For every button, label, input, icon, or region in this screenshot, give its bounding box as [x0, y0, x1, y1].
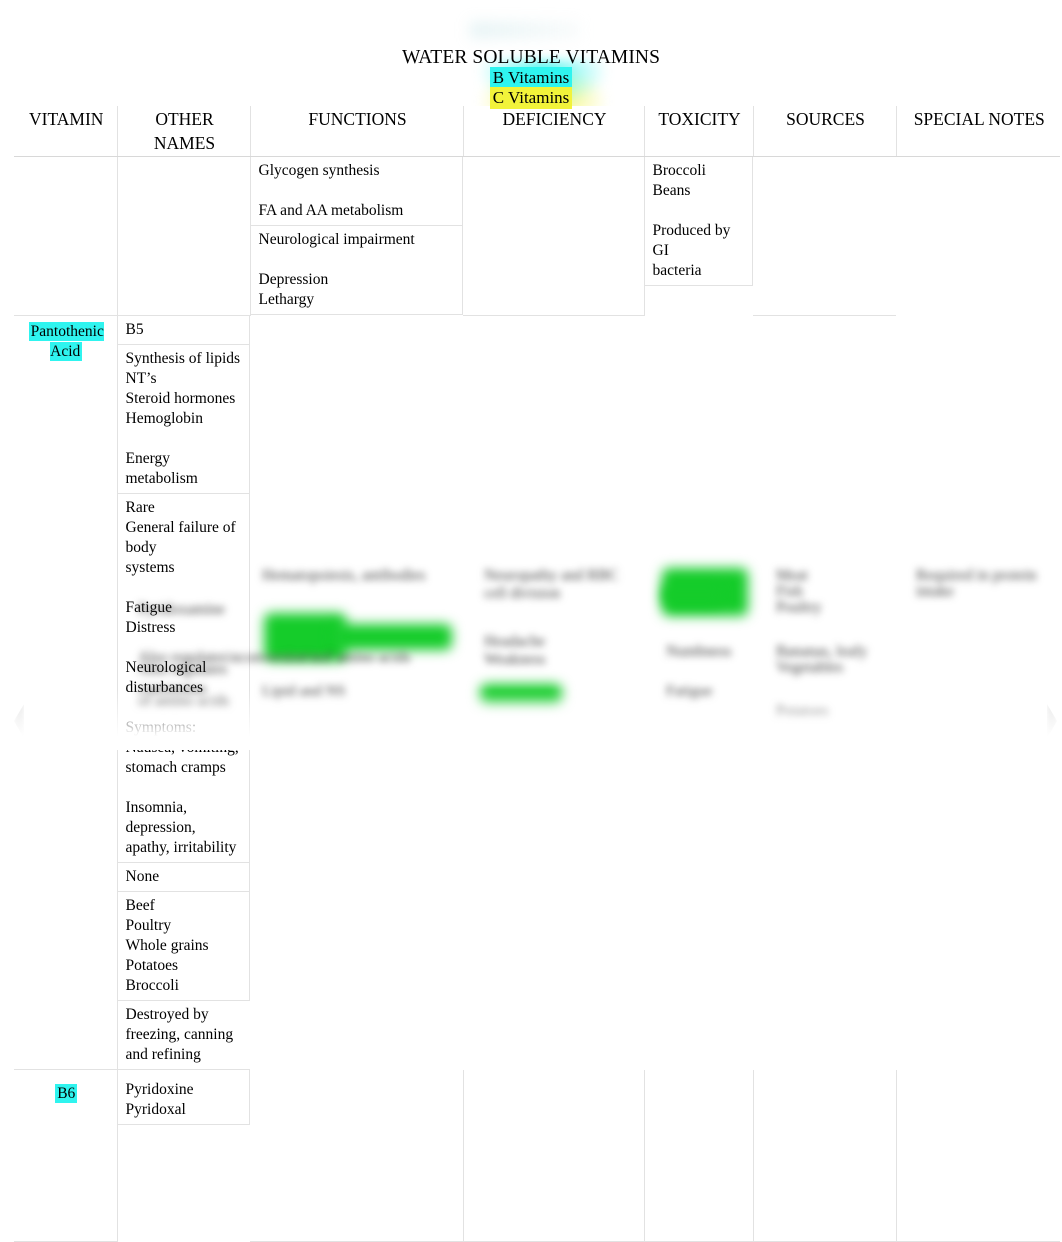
- page-title: WATER SOLUBLE VITAMINS: [401, 47, 661, 68]
- cell-other-names: Pyridoxine Pyridoxal: [117, 1069, 250, 1125]
- vitamins-table-wrap: VITAMIN OTHER NAMES FUNCTIONS DEFICIENCY…: [14, 106, 1060, 1242]
- ghost-decoration: [470, 22, 580, 38]
- vitamin-name-label: B6: [55, 1084, 78, 1103]
- column-header-deficiency: DEFICIENCY: [463, 106, 645, 157]
- table-row: Glycogen synthesis FA and AA metabolism …: [14, 156, 1060, 316]
- cell-vitamin: Pantothenic Acid: [14, 315, 118, 1070]
- cell-deficiency: [463, 1069, 645, 1242]
- subtitle-b-vitamins: B Vitamins: [0, 67, 1062, 89]
- cell-special-notes: Destroyed by freezing, canning and refin…: [117, 1000, 250, 1070]
- subtitle-b-label: B Vitamins: [489, 67, 573, 89]
- column-header-special-notes: SPECIAL NOTES: [896, 106, 1060, 157]
- column-header-other-names: OTHER NAMES: [117, 106, 251, 157]
- column-header-toxicity: TOXICITY: [644, 106, 754, 157]
- cell-toxicity: None: [117, 862, 250, 892]
- cell-vitamin: B6: [14, 1069, 118, 1242]
- vitamins-table: VITAMIN OTHER NAMES FUNCTIONS DEFICIENCY…: [14, 106, 1060, 1242]
- subtitle-c-label: C Vitamins: [489, 87, 573, 109]
- column-header-vitamin: VITAMIN: [14, 106, 118, 157]
- table-row: B6 Pyridoxine Pyridoxal: [14, 1069, 1060, 1242]
- cell-functions: [250, 1069, 464, 1242]
- cell-functions: Glycogen synthesis FA and AA metabolism: [250, 157, 463, 226]
- cell-toxicity: [463, 156, 645, 316]
- cell-special-notes: [753, 156, 896, 316]
- cell-special-notes: [896, 1069, 1060, 1242]
- column-header-functions: FUNCTIONS: [250, 106, 464, 157]
- cell-other-names: [117, 156, 251, 316]
- cell-sources: Beef Poultry Whole grains Potatoes Brocc…: [117, 891, 250, 1001]
- cell-other-names: B5: [117, 315, 250, 345]
- column-header-sources: SOURCES: [753, 106, 897, 157]
- cell-functions: Synthesis of lipids NT’s Steroid hormone…: [117, 344, 250, 494]
- cell-sources: [753, 1069, 897, 1242]
- cell-deficiency: Rare General failure of body systems Fat…: [117, 493, 250, 863]
- table-header-row: VITAMIN OTHER NAMES FUNCTIONS DEFICIENCY…: [14, 106, 1060, 157]
- cell-sources: Broccoli Beans Produced by GI bacteria: [644, 157, 753, 286]
- subtitle-c-vitamins: C Vitamins: [0, 87, 1062, 109]
- vitamin-name-label: Pantothenic Acid: [28, 321, 104, 361]
- cell-vitamin: [14, 156, 118, 316]
- table-row: Pantothenic Acid B5 Synthesis of lipids …: [14, 315, 1060, 1070]
- cell-deficiency: Neurological impairment Depression Letha…: [250, 226, 463, 315]
- cell-toxicity: [644, 1069, 754, 1242]
